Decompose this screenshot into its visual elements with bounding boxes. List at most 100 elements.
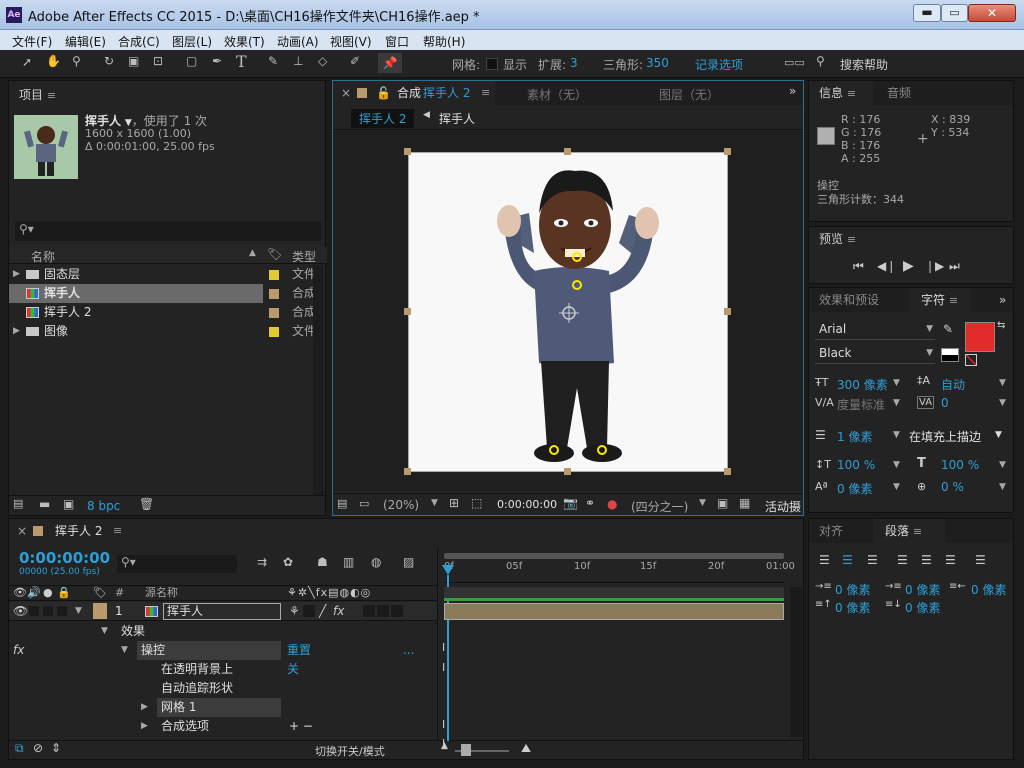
- prop-row-effects[interactable]: ▼ 效果: [9, 622, 437, 641]
- prop-row-composite-options[interactable]: ▶ 合成选项 + −: [9, 717, 437, 736]
- camera-tool-icon[interactable]: ▣: [128, 54, 139, 68]
- project-row-solids[interactable]: ▶ 固态层 文件 品: [9, 265, 327, 284]
- active-camera-label[interactable]: 活动摄: [765, 498, 801, 515]
- stroke-width-value[interactable]: 1 像素: [837, 428, 872, 445]
- breadcrumb-child[interactable]: 挥手人: [439, 110, 475, 127]
- prop-row-transparent-bg[interactable]: 在透明背景上 关: [9, 660, 437, 679]
- preview-title[interactable]: 预览: [819, 232, 843, 246]
- align-right-icon[interactable]: ☰: [867, 553, 878, 567]
- show-snapshot-icon[interactable]: ⚭: [585, 496, 595, 510]
- dropdown-arrow-icon[interactable]: ▼: [893, 378, 900, 388]
- keyframe-marker[interactable]: I: [442, 737, 445, 750]
- frame-blend-switch[interactable]: [363, 605, 375, 617]
- stroke-type-dropdown[interactable]: 在填充上描边: [909, 428, 981, 445]
- justify-all-icon[interactable]: ☰: [975, 553, 986, 567]
- font-size-value[interactable]: 300 像素: [837, 376, 888, 393]
- close-button[interactable]: ✕: [968, 4, 1016, 22]
- rotate-tool-icon[interactable]: ↻: [104, 54, 114, 68]
- transfer-controls-icon[interactable]: ⊘: [33, 741, 43, 755]
- prop-row-puppet[interactable]: fx ▼ 操控 重置 ...: [9, 641, 437, 660]
- keyframe-marker[interactable]: I: [442, 718, 445, 731]
- fast-preview-icon[interactable]: ▣: [717, 496, 728, 510]
- add-remove-mask[interactable]: + −: [289, 717, 313, 736]
- clone-stamp-tool-icon[interactable]: ⊥: [293, 54, 303, 68]
- minimize-button[interactable]: ▬: [913, 4, 941, 22]
- effect-switch-icon[interactable]: fx: [333, 602, 344, 621]
- first-frame-icon[interactable]: ⏮: [853, 259, 864, 274]
- grid-checkbox[interactable]: [486, 58, 498, 70]
- lock-icon[interactable]: 🔓: [376, 81, 391, 105]
- previous-frame-icon[interactable]: ◀❘: [877, 259, 896, 273]
- new-folder-icon[interactable]: ▬: [39, 497, 50, 511]
- label-color-swatch[interactable]: [269, 289, 279, 299]
- black-white-swatch[interactable]: [941, 348, 959, 362]
- justify-left-icon[interactable]: ☰: [897, 553, 908, 567]
- footage-tab[interactable]: 素材（无）: [527, 86, 587, 103]
- expand-arrow-icon[interactable]: ▶: [141, 717, 148, 736]
- justify-center-icon[interactable]: ☰: [921, 553, 932, 567]
- record-options-link[interactable]: 记录选项: [695, 56, 743, 73]
- overflow-menu-icon[interactable]: »: [999, 288, 1006, 312]
- layer-name-field[interactable]: 挥手人: [163, 603, 281, 620]
- keyframe-marker[interactable]: I: [442, 661, 445, 674]
- panel-menu-icon[interactable]: ≡: [113, 519, 122, 543]
- menu-effect[interactable]: 效果(T): [224, 33, 265, 50]
- indent-left-value[interactable]: 0 像素: [835, 581, 870, 598]
- fill-color-swatch[interactable]: [965, 322, 995, 352]
- reset-link[interactable]: 重置: [287, 641, 311, 660]
- panel-menu-icon[interactable]: ≡: [913, 525, 922, 538]
- always-preview-icon[interactable]: ▤: [337, 497, 347, 510]
- comp-timecode[interactable]: 0:00:00:00: [497, 498, 557, 511]
- audio-toggle[interactable]: [29, 606, 39, 616]
- dropdown-arrow-icon[interactable]: ▼: [995, 430, 1002, 440]
- trash-icon[interactable]: 🗑: [139, 497, 154, 511]
- playhead[interactable]: [442, 565, 454, 575]
- dropdown-arrow-icon[interactable]: ▼: [699, 498, 706, 508]
- play-icon[interactable]: ▶: [903, 258, 914, 274]
- breadcrumb-active[interactable]: 挥手人 2: [351, 109, 415, 128]
- lock-switch-icon[interactable]: 🔒: [57, 586, 71, 600]
- eraser-tool-icon[interactable]: ◇: [318, 54, 327, 68]
- transform-handle[interactable]: [404, 308, 411, 315]
- menu-help[interactable]: 帮助(H): [423, 33, 465, 50]
- tracking-value[interactable]: 0: [941, 396, 949, 410]
- panel-menu-icon[interactable]: ≡: [847, 87, 856, 100]
- work-area-bar[interactable]: [444, 553, 784, 559]
- dropdown-arrow-icon[interactable]: ▼: [999, 460, 1006, 470]
- audio-tab[interactable]: 音频: [887, 81, 911, 105]
- prop-row-auto-trace[interactable]: 自动追踪形状: [9, 679, 437, 698]
- prop-row-mesh[interactable]: ▶ 网格 1: [9, 698, 437, 717]
- pen-tool-icon[interactable]: ✒: [212, 54, 222, 68]
- project-scrollbar[interactable]: [313, 265, 323, 495]
- project-row-images[interactable]: ▶ 图像 文件: [9, 322, 327, 341]
- waving-man-illustration[interactable]: [409, 153, 729, 473]
- timeline-tab[interactable]: × 挥手人 2 ≡: [9, 519, 149, 543]
- toggle-value[interactable]: 关: [287, 660, 299, 679]
- quality-slash-icon[interactable]: ╱: [319, 602, 326, 621]
- dropdown-arrow-icon[interactable]: ▼: [893, 460, 900, 470]
- dropdown-arrow-icon[interactable]: ▼: [999, 378, 1006, 388]
- collapse-arrow-icon[interactable]: ▼: [75, 602, 82, 621]
- label-color-swatch[interactable]: [269, 327, 279, 337]
- next-frame-icon[interactable]: ❘▶: [925, 259, 944, 273]
- align-left-icon[interactable]: ☰: [819, 553, 830, 567]
- frame-blending-icon[interactable]: ▥: [343, 555, 354, 569]
- brush-tool-icon[interactable]: ✎: [268, 54, 278, 68]
- label-tag-icon[interactable]: 🏷: [267, 247, 282, 261]
- close-tab-icon[interactable]: ×: [341, 81, 351, 105]
- quality-switch[interactable]: [303, 605, 315, 617]
- transform-handle[interactable]: [724, 308, 731, 315]
- column-type-header[interactable]: 类型: [292, 248, 316, 265]
- workspace-icon[interactable]: ▭▭: [784, 56, 805, 69]
- interpret-footage-icon[interactable]: ▤: [13, 497, 23, 510]
- transform-handle[interactable]: [724, 148, 731, 155]
- adjustment-switch[interactable]: [391, 605, 403, 617]
- menu-edit[interactable]: 编辑(E): [65, 33, 106, 50]
- snapshot-icon[interactable]: 📷: [563, 496, 578, 510]
- composition-mini-flowchart-icon[interactable]: ⇉: [257, 555, 267, 569]
- font-family-dropdown[interactable]: Arial ▼: [815, 322, 935, 340]
- tsume-value[interactable]: 0 %: [941, 480, 964, 494]
- visibility-eye-icon[interactable]: 👁: [13, 602, 28, 621]
- menu-layer[interactable]: 图层(L): [172, 33, 212, 50]
- draft-3d-icon[interactable]: ✿: [283, 555, 293, 569]
